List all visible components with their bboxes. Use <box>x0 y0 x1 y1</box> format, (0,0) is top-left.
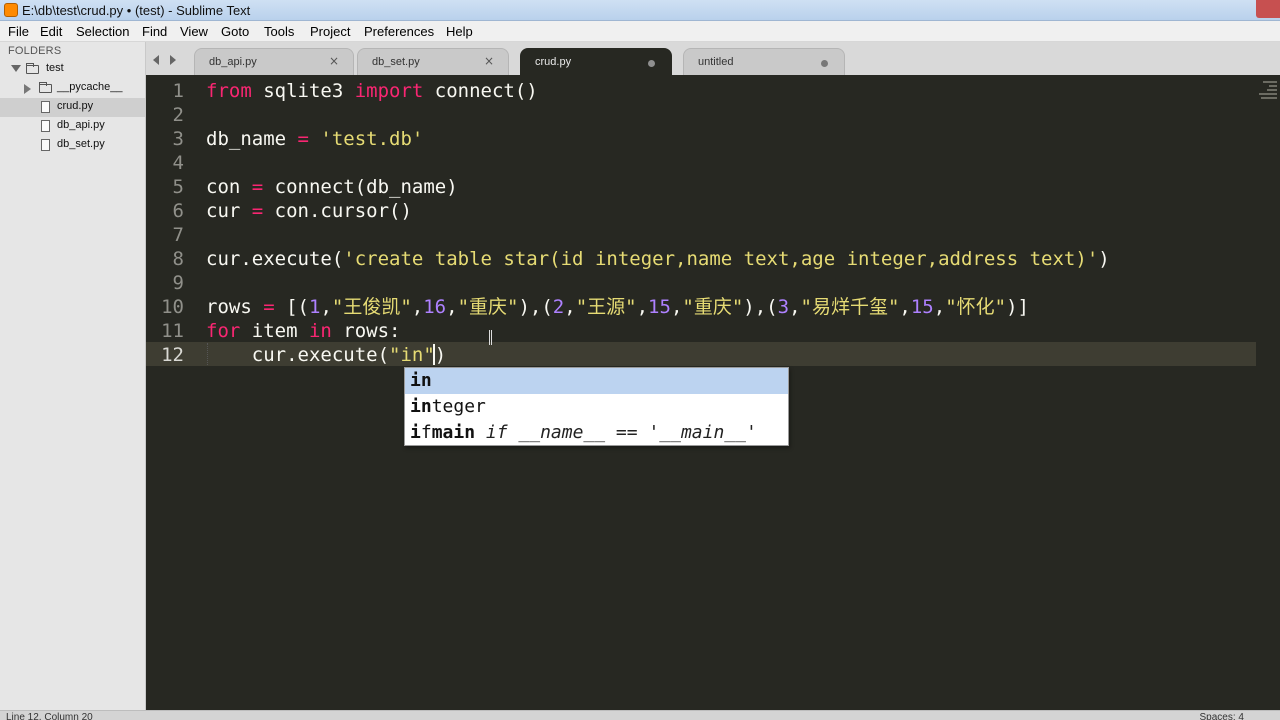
file-icon <box>41 101 50 113</box>
menu-tools[interactable]: Tools <box>264 24 294 39</box>
tree-file-label: db_api.py <box>57 119 105 131</box>
ibeam-cursor-icon <box>489 330 492 345</box>
window-close-button[interactable] <box>1256 0 1280 18</box>
line-number: 6 <box>172 200 184 222</box>
code-line[interactable]: from sqlite3 import connect() <box>206 79 538 103</box>
code-line[interactable]: con = connect(db_name) <box>206 175 458 199</box>
file-icon <box>41 120 50 132</box>
code-line[interactable]: cur = con.cursor() <box>206 199 412 223</box>
autocomplete-match: main <box>431 422 476 443</box>
tab-bar: db_api.py × db_set.py × crud.py untitled <box>146 42 1280 75</box>
chevron-down-icon[interactable] <box>11 65 21 72</box>
tree-file-crud[interactable]: crud.py <box>0 98 145 117</box>
line-number: 11 <box>161 320 184 342</box>
line-number: 8 <box>172 248 184 270</box>
title-bar: E:\db\test\crud.py • (test) - Sublime Te… <box>0 0 1280 21</box>
file-icon <box>41 139 50 151</box>
minimap-line <box>1263 81 1277 83</box>
status-position: Line 12, Column 20 <box>6 712 93 720</box>
autocomplete-item[interactable]: ifmain if __name__ == '__main__' <box>405 420 788 446</box>
autocomplete-rest: teger <box>431 396 486 417</box>
line-number: 1 <box>172 80 184 102</box>
tree-file-db-set[interactable]: db_set.py <box>0 136 145 155</box>
minimap-line <box>1261 97 1277 99</box>
autocomplete-rest: f <box>420 422 432 443</box>
code-line[interactable]: rows = [(1,"王俊凯",16,"重庆"),(2,"王源",15,"重庆… <box>206 295 1029 319</box>
text-caret <box>433 344 435 365</box>
tab-label: db_set.py <box>372 56 420 68</box>
indent-guide <box>207 343 208 365</box>
tab-db-api[interactable]: db_api.py × <box>194 48 354 75</box>
status-indentation[interactable]: Spaces: 4 <box>1200 711 1244 720</box>
menu-bar: File Edit Selection Find View Goto Tools… <box>0 21 1280 42</box>
tree-folder-label: __pycache__ <box>57 81 123 93</box>
sidebar: FOLDERS test __pycache__ crud.py db_api.… <box>0 42 146 710</box>
sublime-app-icon <box>4 3 18 17</box>
line-number: 4 <box>172 152 184 174</box>
autocomplete-match: i <box>410 422 421 443</box>
menu-preferences[interactable]: Preferences <box>364 24 434 39</box>
line-number: 10 <box>161 296 184 318</box>
autocomplete-hint: if __name__ == '__main__' <box>475 422 757 443</box>
modified-dot-icon[interactable] <box>821 60 828 67</box>
tree-folder-pycache[interactable]: __pycache__ <box>0 79 145 98</box>
minimap-line <box>1259 93 1277 95</box>
code-line[interactable]: db_name = 'test.db' <box>206 127 423 151</box>
autocomplete-match: in <box>410 370 432 391</box>
line-number-current: 12 <box>161 344 184 366</box>
tab-untitled[interactable]: untitled <box>683 48 845 75</box>
menu-view[interactable]: View <box>180 24 208 39</box>
code-line-current[interactable]: cur.execute("in") <box>206 343 447 367</box>
minimap-line <box>1267 89 1277 91</box>
menu-file[interactable]: File <box>8 24 29 39</box>
minimap[interactable] <box>1256 75 1280 115</box>
close-icon[interactable]: × <box>329 54 339 68</box>
tab-db-set[interactable]: db_set.py × <box>357 48 509 75</box>
chevron-right-icon[interactable] <box>24 84 31 94</box>
line-number: 5 <box>172 176 184 198</box>
menu-help[interactable]: Help <box>446 24 473 39</box>
tree-folder-test[interactable]: test <box>0 60 145 79</box>
line-number: 7 <box>172 224 184 246</box>
line-number: 2 <box>172 104 184 126</box>
autocomplete-popup[interactable]: in integer ifmain if __name__ == '__main… <box>404 367 789 446</box>
tree-folder-label: test <box>46 62 64 74</box>
menu-edit[interactable]: Edit <box>40 24 62 39</box>
tab-label: untitled <box>698 56 734 68</box>
minimap-line <box>1269 85 1277 87</box>
menu-project[interactable]: Project <box>310 24 350 39</box>
status-bar: Line 12, Column 20 Spaces: 4 <box>0 710 1280 720</box>
folders-header: FOLDERS <box>8 45 62 57</box>
line-number: 3 <box>172 128 184 150</box>
menu-selection[interactable]: Selection <box>76 24 129 39</box>
tab-label: db_api.py <box>209 56 257 68</box>
modified-dot-icon[interactable] <box>648 60 655 67</box>
tree-file-label: crud.py <box>57 100 94 112</box>
menu-find[interactable]: Find <box>142 24 167 39</box>
line-number: 9 <box>172 272 184 294</box>
autocomplete-item[interactable]: in <box>405 368 788 394</box>
tree-file-db-api[interactable]: db_api.py <box>0 117 145 136</box>
folder-open-icon <box>26 63 39 74</box>
tab-crud[interactable]: crud.py <box>520 48 672 75</box>
close-icon[interactable]: × <box>484 54 494 68</box>
autocomplete-item[interactable]: integer <box>405 394 788 420</box>
tab-scroll-left-icon[interactable] <box>153 55 159 65</box>
window-title: E:\db\test\crud.py • (test) - Sublime Te… <box>22 3 251 18</box>
menu-goto[interactable]: Goto <box>221 24 249 39</box>
tab-label: crud.py <box>535 56 572 68</box>
tree-file-label: db_set.py <box>57 138 105 150</box>
autocomplete-match: in <box>410 396 432 417</box>
code-line[interactable]: for item in rows: <box>206 319 401 343</box>
tab-scroll-right-icon[interactable] <box>170 55 176 65</box>
code-line[interactable]: cur.execute('create table star(id intege… <box>206 247 1110 271</box>
folder-icon <box>39 82 52 93</box>
